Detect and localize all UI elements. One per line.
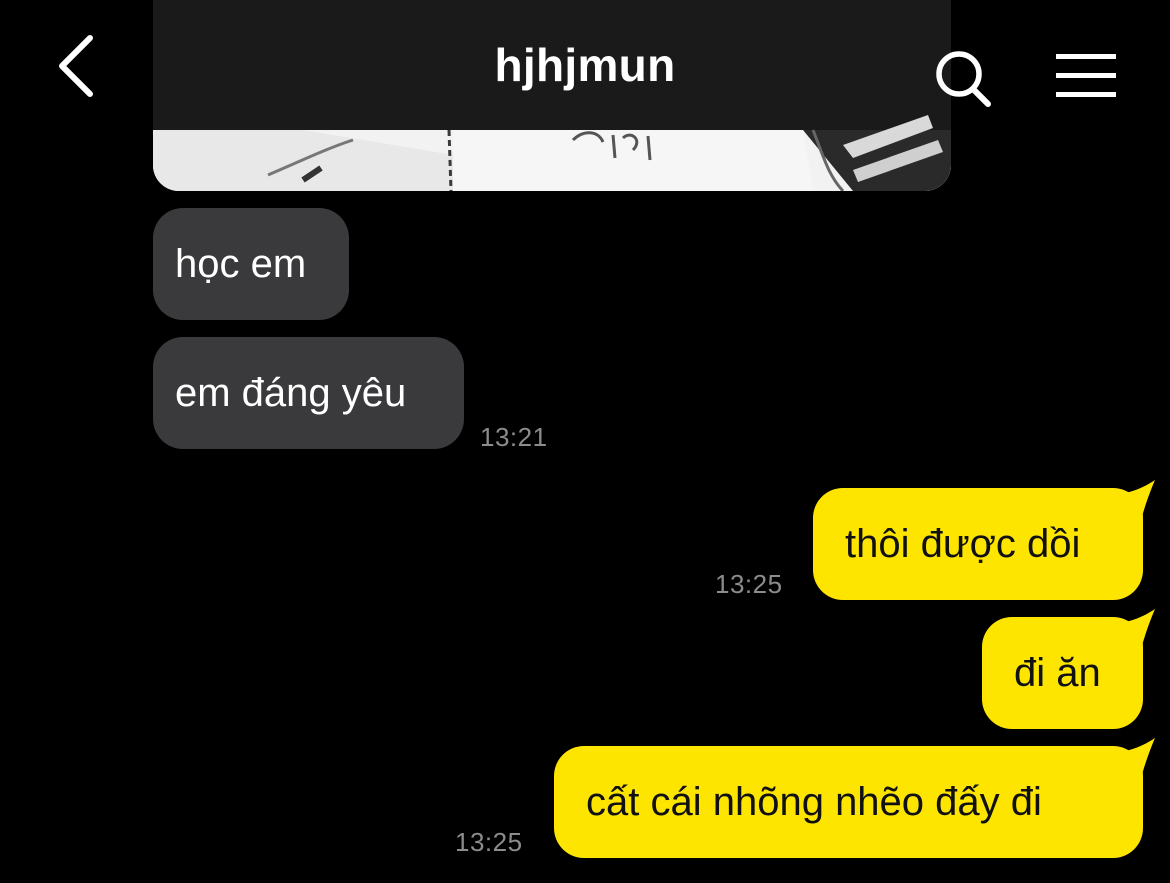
menu-button[interactable] xyxy=(1050,48,1122,104)
bubble-tail-icon xyxy=(1115,480,1155,520)
message-text: thôi được dồi xyxy=(845,522,1081,566)
message-bubble-incoming[interactable]: em đáng yêu xyxy=(153,337,464,449)
message-bubble-incoming[interactable]: học em xyxy=(153,208,349,320)
message-timestamp: 13:25 xyxy=(455,827,523,857)
bubble-tail-icon xyxy=(1115,609,1155,649)
message-text: cất cái nhõng nhẽo đấy đi xyxy=(586,780,1042,824)
message-text: đi ăn xyxy=(1014,651,1101,695)
back-button[interactable] xyxy=(44,26,110,106)
chat-header: hjhjmun xyxy=(0,0,1170,130)
search-icon xyxy=(936,51,991,107)
chevron-left-icon xyxy=(59,35,93,97)
message-bubble-outgoing[interactable]: thôi được dồi xyxy=(813,480,1155,600)
hamburger-menu-icon xyxy=(1056,54,1116,97)
chat-title: hjhjmun xyxy=(494,39,676,91)
message-bubble-outgoing[interactable]: cất cái nhõng nhẽo đấy đi xyxy=(554,738,1155,858)
message-timestamp: 13:21 xyxy=(480,422,548,452)
bubble-tail-icon xyxy=(1115,738,1155,778)
message-timestamp: 13:25 xyxy=(715,569,783,599)
message-bubble-outgoing[interactable]: đi ăn xyxy=(982,609,1155,729)
search-button[interactable] xyxy=(928,44,998,114)
